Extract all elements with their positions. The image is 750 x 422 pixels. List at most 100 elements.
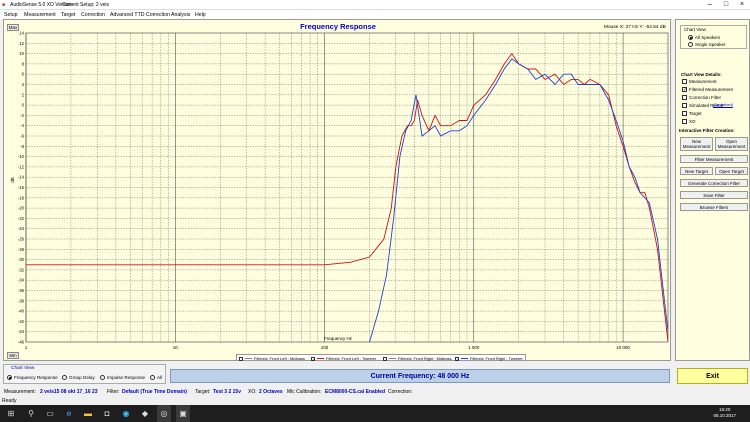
all-radio[interactable] xyxy=(150,375,155,380)
menu-analysis[interactable]: Analysis xyxy=(171,12,190,18)
menu-setup[interactable]: Setup xyxy=(4,12,18,18)
y-tick-label: 14 xyxy=(19,31,24,36)
y-tick-label: 0 xyxy=(22,103,25,108)
chart-view-group: Chart View All Speakers Single Speaker xyxy=(680,25,747,49)
detail-checkbox[interactable] xyxy=(682,95,687,100)
x-tick-label: 1 xyxy=(25,345,28,350)
open-measurement-button[interactable]: Open Measurement xyxy=(715,137,748,151)
frequency-response-radio[interactable] xyxy=(7,375,12,380)
task-view-icon[interactable]: ▭ xyxy=(43,405,57,422)
menu-help[interactable]: Help xyxy=(195,12,206,18)
legend-label: Filtered: Front Left : Tweeter xyxy=(326,356,377,361)
y-tick-label: -28 xyxy=(18,247,25,252)
clock[interactable]: 16:20 08.10.2017 xyxy=(713,407,736,419)
y-tick-label: 12 xyxy=(19,41,24,46)
detail-label: Filtered Measurement xyxy=(689,87,733,92)
detail-label: Correction Filter xyxy=(689,95,722,100)
y-tick-label: -22 xyxy=(18,216,25,221)
x-tick-label: 10 xyxy=(173,345,179,350)
legend-item[interactable]: Filtered: Front Right : Midbass xyxy=(383,356,452,361)
y-tick-label: -30 xyxy=(18,257,25,262)
filter-measurement-button[interactable]: Filter Measurement xyxy=(680,155,748,163)
audiosense-taskbar-icon[interactable]: ◎ xyxy=(157,405,171,422)
impulse-response-radio[interactable] xyxy=(100,375,105,380)
y-tick-label: 4 xyxy=(22,82,25,87)
title-bar: ■ AudioSense 5.0 XO Version Current Setu… xyxy=(0,0,750,10)
detail-checkbox[interactable] xyxy=(682,79,687,84)
detail-label: Measurement xyxy=(689,79,717,84)
current-setup: Current Setup: 2 veis xyxy=(62,2,109,8)
maximize-icon[interactable]: □ xyxy=(718,0,734,10)
legend-swatch xyxy=(389,358,396,359)
menu-target[interactable]: Target xyxy=(61,12,75,18)
app-icon-2[interactable]: ▣ xyxy=(176,405,190,422)
exit-button[interactable]: Exit xyxy=(677,368,748,384)
details-title: Chart View Details: xyxy=(681,72,722,77)
single-speaker-label: Single Speaker xyxy=(695,42,726,47)
minimize-icon[interactable]: – xyxy=(702,0,718,10)
legend-swatch xyxy=(317,358,324,359)
y-tick-label: -36 xyxy=(18,288,25,293)
app-icon-1[interactable]: ◆ xyxy=(138,405,152,422)
y-tick-label: -20 xyxy=(18,206,25,211)
y-tick-label: -24 xyxy=(18,226,25,231)
detail-checkbox[interactable]: ✓ xyxy=(682,87,687,93)
legend-swatch xyxy=(461,358,468,359)
close-icon[interactable]: × xyxy=(734,0,750,10)
y-tick-label: -34 xyxy=(18,278,25,283)
browse-filters-button[interactable]: Browse Filters xyxy=(680,203,748,211)
new-target-button[interactable]: New Target xyxy=(680,167,713,175)
legend-item[interactable]: ✓ Filtered: Front Left : Tweeter xyxy=(311,356,376,361)
save-filter-button[interactable]: Save Filter xyxy=(680,191,748,199)
detail-checkbox[interactable] xyxy=(682,111,687,116)
chart-view-group-title: Chart View xyxy=(684,27,706,32)
y-tick-labels: 14 12 10 8 6 4 2 0 -2 -4 -6 -8 -10 -12 -14 -16 -18 -20 -22… xyxy=(18,31,25,345)
detail-checkbox[interactable] xyxy=(682,119,687,124)
clock-date: 08.10.2017 xyxy=(713,413,736,418)
y-tick-label: -16 xyxy=(18,185,25,190)
y-tick-label: 6 xyxy=(22,72,25,77)
legend-checkbox[interactable] xyxy=(239,356,243,361)
open-target-button[interactable]: Open Target xyxy=(715,167,748,175)
measurement-status-value: 2 veis15 08 okt 17_16 23 xyxy=(40,389,98,395)
app-icon: ■ xyxy=(2,2,6,8)
legend-checkbox[interactable]: ✓ xyxy=(311,356,315,361)
group-delay-radio[interactable] xyxy=(62,375,67,380)
chart-view-bottom-title: Chart View xyxy=(11,366,35,371)
folder-icon[interactable]: ▬ xyxy=(81,405,95,422)
search-icon[interactable]: ⚲ xyxy=(24,405,38,422)
legend-item[interactable]: ✓ Filtered: Front Right : Tweeter xyxy=(455,356,523,361)
legend-checkbox[interactable] xyxy=(383,356,387,361)
edge-icon[interactable]: e xyxy=(62,405,76,422)
new-measurement-button[interactable]: New Measurement xyxy=(680,137,713,151)
single-speaker-radio[interactable] xyxy=(688,42,693,47)
smoothed-link[interactable]: (Smoothed) xyxy=(713,103,733,107)
legend-item[interactable]: Filtered: Front Left : Midbass xyxy=(239,356,305,361)
y-tick-label: 10 xyxy=(19,51,24,56)
store-icon[interactable]: ◘ xyxy=(100,405,114,422)
frequency-response-plot[interactable]: 14 12 10 8 6 4 2 0 -2 -4 -6 -8 -10 -12 -14 -16 -18 -20 -22… xyxy=(4,20,672,362)
legend-label: Filtered: Front Right : Midbass xyxy=(398,356,452,361)
chart-view-bottom: Chart View Frequency Response Group Dela… xyxy=(3,364,166,384)
target-status-value: Test 3 2 15v xyxy=(213,389,241,395)
x-tick-label: 10 000 xyxy=(616,345,630,350)
menu-correction[interactable]: Correction xyxy=(81,12,105,18)
start-icon[interactable]: ⊞ xyxy=(4,405,18,422)
legend-checkbox[interactable]: ✓ xyxy=(455,356,459,361)
all-label: All xyxy=(157,375,163,380)
taskbar: ⊞ ⚲ ▭ e ▬ ◘ ◉ ◆ ◎ ▣ 16:20 08.10.2017 xyxy=(0,405,750,422)
all-speakers-radio[interactable] xyxy=(688,35,693,40)
generate-correction-filter-button[interactable]: Generate Correction Filter xyxy=(680,179,748,187)
menu-measurement[interactable]: Measurement xyxy=(24,12,56,18)
detail-label: Target xyxy=(689,111,702,116)
correction-status-label: Correction: xyxy=(388,389,413,395)
xo-status-label: XO: xyxy=(248,389,257,395)
detail-checkbox[interactable] xyxy=(682,103,687,108)
chrome-icon[interactable]: ◉ xyxy=(119,405,133,422)
all-speakers-label: All Speakers xyxy=(695,35,721,40)
y-tick-label: -14 xyxy=(18,175,25,180)
y-tick-label: -46 xyxy=(18,340,25,345)
measurement-status-label: Measurement: xyxy=(4,389,36,395)
filter-status-value: Default (True Time Domain) xyxy=(122,389,187,395)
menu-advanced-ttd[interactable]: Advanced TTD Correction xyxy=(110,12,170,18)
